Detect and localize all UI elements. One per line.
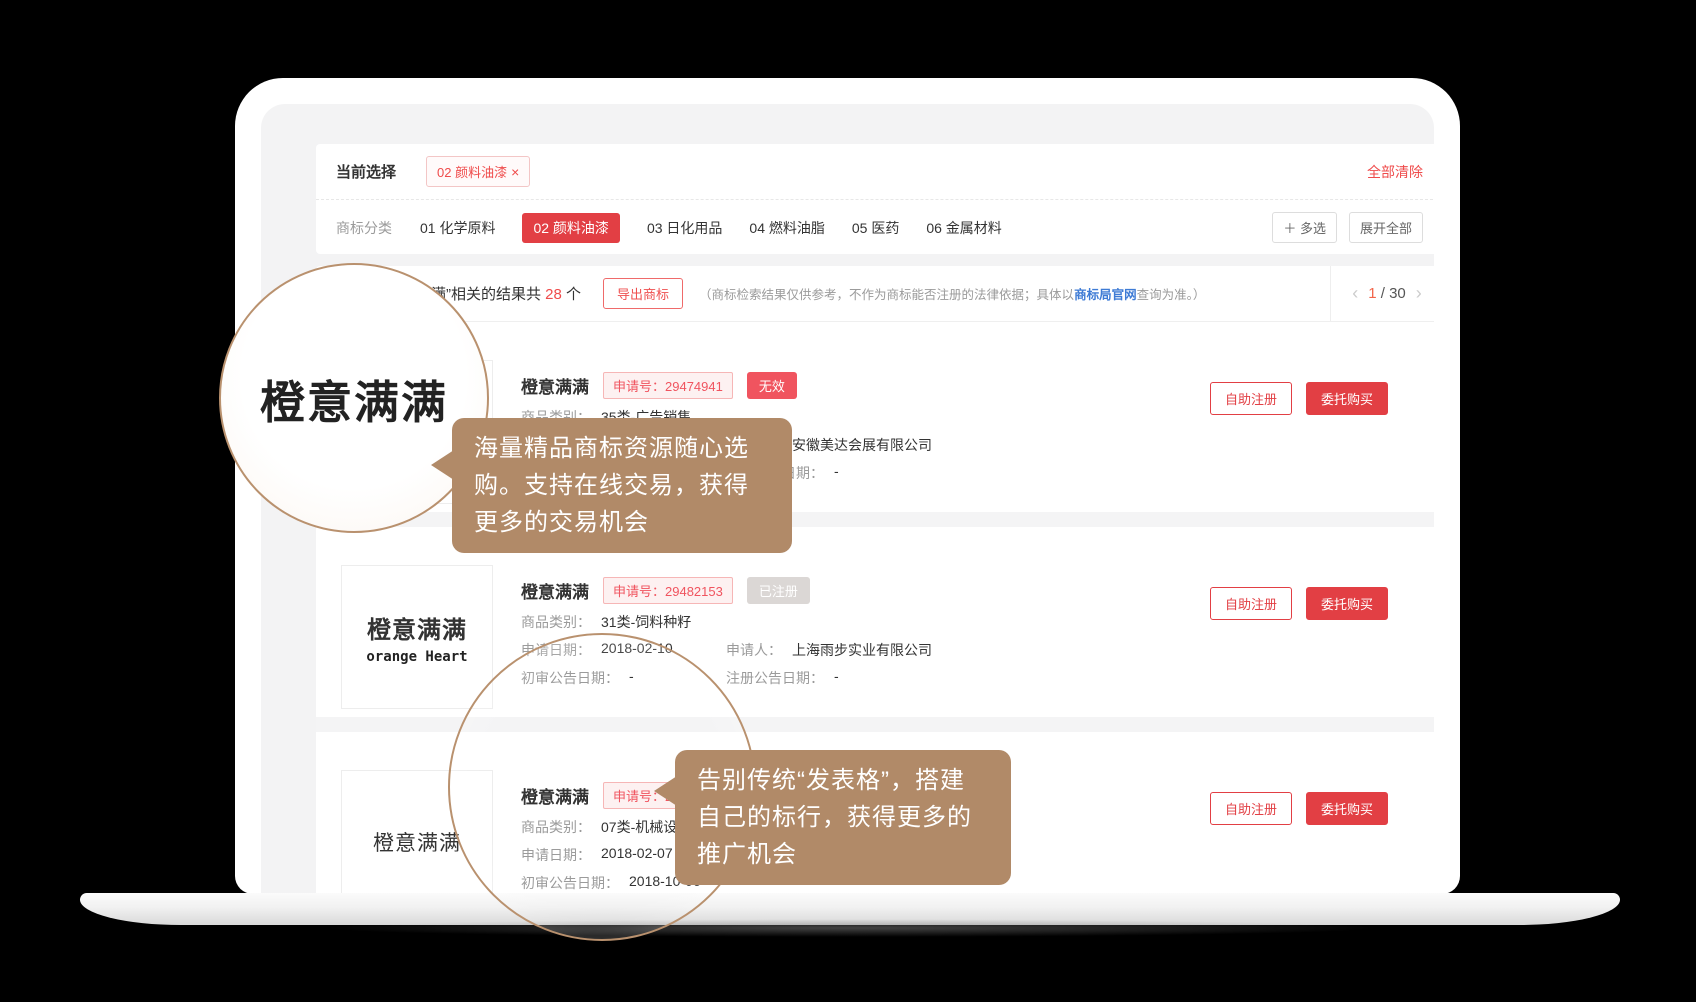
trademark-image-3-text: 橙意满满 bbox=[373, 827, 461, 857]
disclaimer-prefix: （商标检索结果仅供参考，不作为商标能否注册的法律依据；具体以 bbox=[699, 288, 1074, 302]
category-label: 商品类别： bbox=[521, 817, 591, 836]
tooltip-trade-resources: 海量精品商标资源随心选购。支持在线交易，获得更多的交易机会 bbox=[452, 418, 792, 553]
category-tools: ＋ 多选 展开全部 bbox=[1272, 212, 1423, 243]
current-page: 1 bbox=[1368, 285, 1376, 302]
expand-all-button[interactable]: 展开全部 bbox=[1349, 212, 1423, 243]
row-actions-1: 自助注册 委托购买 bbox=[1210, 382, 1388, 415]
total-pages: 30 bbox=[1389, 285, 1406, 302]
prev-page-icon[interactable]: ‹ bbox=[1352, 283, 1358, 304]
multi-select-button[interactable]: ＋ 多选 bbox=[1272, 212, 1337, 243]
trademark-name: 橙意满满 bbox=[521, 578, 589, 603]
applicant-value: 上海雨步实业有限公司 bbox=[792, 640, 932, 659]
row-divider bbox=[316, 717, 1434, 732]
trademark-image-2-subtext: orange Heart bbox=[366, 649, 467, 665]
results-disclaimer: （商标检索结果仅供参考，不作为商标能否注册的法律依据；具体以商标局官网查询为准。… bbox=[699, 284, 1205, 303]
results-count: 28 bbox=[545, 286, 562, 303]
applicant-value: 安徽美达会展有限公司 bbox=[792, 435, 932, 454]
first-pub-value: - bbox=[629, 668, 634, 687]
category-item-03[interactable]: 03 日化用品 bbox=[647, 218, 722, 238]
self-register-button[interactable]: 自助注册 bbox=[1210, 792, 1292, 825]
trademark-name: 橙意满满 bbox=[521, 783, 589, 808]
tooltip-arrow-icon bbox=[431, 450, 454, 480]
tag-close-icon[interactable]: × bbox=[511, 164, 519, 180]
trademark-name: 橙意满满 bbox=[521, 373, 589, 398]
category-row: 商标分类 01 化学原料 02 颜料油漆 03 日化用品 04 燃料油脂 05 … bbox=[316, 199, 1434, 255]
results-header: 检索到“橙意满满”相关的结果共 28 个 导出商标 （商标检索结果仅供参考，不作… bbox=[316, 266, 1434, 322]
category-item-06[interactable]: 06 金属材料 bbox=[926, 218, 1001, 238]
application-number-chip: 申请号：29474941 bbox=[603, 372, 733, 399]
selected-filter-tag[interactable]: 02 颜料油漆 × bbox=[426, 156, 530, 187]
apply-date-label: 申请日期： bbox=[521, 640, 591, 659]
trademark-details-2: 橙意满满 申请号：29482153 已注册 商品类别： 31类-饲料种籽 申请日期… bbox=[521, 577, 932, 687]
category-list: 01 化学原料 02 颜料油漆 03 日化用品 04 燃料油脂 05 医药 06… bbox=[420, 213, 1002, 243]
export-trademarks-button[interactable]: 导出商标 bbox=[603, 278, 683, 309]
clear-all-button[interactable]: 全部清除 bbox=[1367, 162, 1423, 182]
current-selection-row: 当前选择 02 颜料油漆 × 全部清除 bbox=[316, 144, 1434, 199]
trademark-image-2-text: 橙意满满 bbox=[367, 610, 467, 645]
entrust-buy-button[interactable]: 委托购买 bbox=[1306, 792, 1388, 825]
apply-date-value: 2018-02-07 bbox=[601, 845, 673, 864]
selected-filter-tag-label: 02 颜料油漆 bbox=[437, 162, 507, 181]
tooltip-text: 告别传统“发表格”，搭建自己的标行，获得更多的推广机会 bbox=[697, 767, 972, 868]
trademark-row-2: 橙意满满 orange Heart 橙意满满 申请号：29482153 已注册 … bbox=[316, 527, 1434, 717]
tooltip-arrow-icon bbox=[654, 776, 677, 806]
tooltip-promotion: 告别传统“发表格”，搭建自己的标行，获得更多的推广机会 bbox=[675, 750, 1011, 885]
apply-date-value: 2018-02-10 bbox=[601, 640, 673, 659]
apply-date-label: 申请日期： bbox=[521, 845, 591, 864]
page-separator: / bbox=[1381, 285, 1385, 302]
category-item-05[interactable]: 05 医药 bbox=[852, 218, 899, 238]
reg-pub-value: - bbox=[834, 668, 839, 687]
status-badge-invalid: 无效 bbox=[747, 372, 797, 399]
tooltip-text: 海量精品商标资源随心选购。支持在线交易，获得更多的交易机会 bbox=[474, 435, 749, 536]
reg-pub-value: - bbox=[834, 463, 839, 482]
row-actions-2: 自助注册 委托购买 bbox=[1210, 587, 1388, 620]
status-badge-registered: 已注册 bbox=[747, 577, 810, 604]
reg-pub-label: 注册公告日期： bbox=[726, 668, 824, 687]
disclaimer-suffix: 查询为准。） bbox=[1137, 288, 1206, 302]
magnifier-circle-1: 橙意满满 bbox=[219, 263, 489, 533]
pagination: ‹ 1 / 30 › bbox=[1330, 266, 1434, 321]
category-label: 商品类别： bbox=[521, 612, 591, 631]
trademark-image-2: 橙意满满 orange Heart bbox=[341, 565, 493, 709]
magnified-trademark-text: 橙意满满 bbox=[260, 366, 448, 431]
next-page-icon[interactable]: › bbox=[1416, 283, 1422, 304]
category-value: 31类-饲料种籽 bbox=[601, 612, 691, 631]
trademark-image-3: 橙意满满 bbox=[341, 770, 493, 894]
application-number-chip: 申请号：29482153 bbox=[603, 577, 733, 604]
current-selection-label: 当前选择 bbox=[336, 161, 396, 182]
results-summary-suffix: 个 bbox=[562, 286, 581, 303]
filter-card: 当前选择 02 颜料油漆 × 全部清除 商标分类 01 化学原料 02 颜料油漆… bbox=[316, 144, 1434, 254]
category-item-01[interactable]: 01 化学原料 bbox=[420, 218, 495, 238]
first-pub-label: 初审公告日期： bbox=[521, 668, 619, 687]
row-actions-3: 自助注册 委托购买 bbox=[1210, 792, 1388, 825]
entrust-buy-button[interactable]: 委托购买 bbox=[1306, 587, 1388, 620]
entrust-buy-button[interactable]: 委托购买 bbox=[1306, 382, 1388, 415]
self-register-button[interactable]: 自助注册 bbox=[1210, 382, 1292, 415]
category-item-04[interactable]: 04 燃料油脂 bbox=[749, 218, 824, 238]
self-register-button[interactable]: 自助注册 bbox=[1210, 587, 1292, 620]
trademark-office-link[interactable]: 商标局官网 bbox=[1074, 288, 1137, 302]
category-item-02-selected[interactable]: 02 颜料油漆 bbox=[522, 213, 619, 243]
first-pub-label: 初审公告日期： bbox=[521, 873, 619, 892]
applicant-label: 申请人： bbox=[726, 640, 782, 659]
category-row-label: 商标分类 bbox=[336, 218, 392, 238]
laptop-base bbox=[80, 893, 1620, 925]
